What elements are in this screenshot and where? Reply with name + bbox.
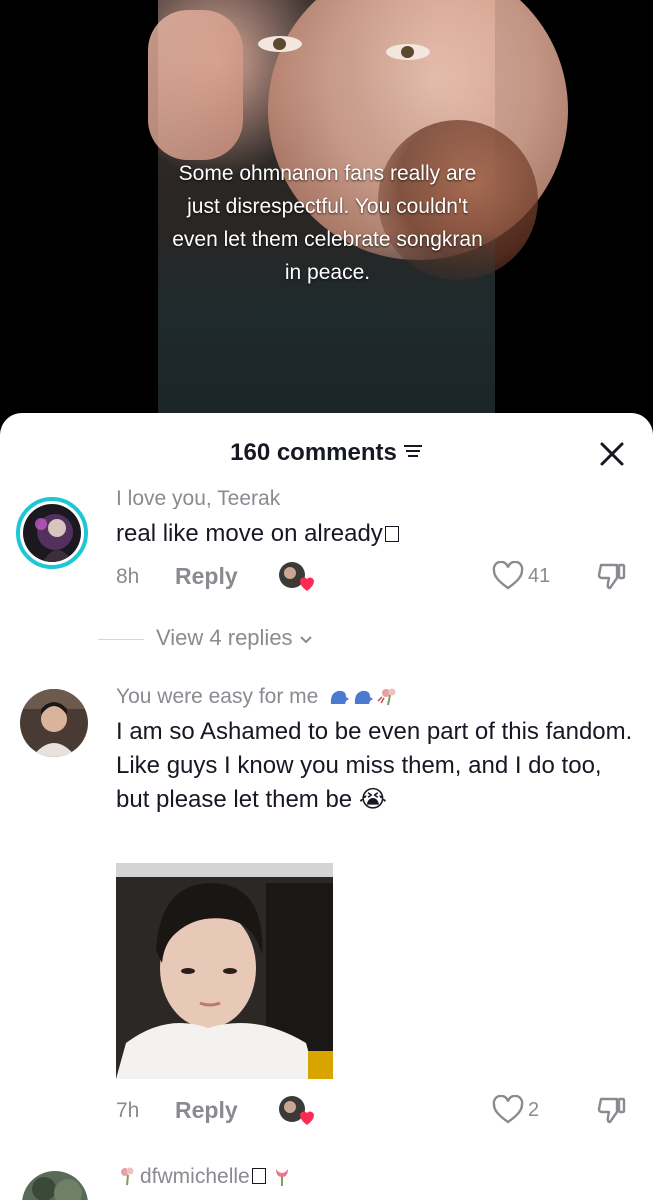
comments-count-label: 160 comments [230,439,397,466]
reply-button[interactable]: Reply [175,1097,238,1124]
comments-header: 160 comments [0,413,653,493]
video-eye-left [258,36,302,52]
dislike-icon[interactable] [596,561,628,596]
dislike-icon[interactable] [596,1095,628,1130]
comment-text: I am so Ashamed to be even part of this … [116,715,636,817]
like-count: 41 [528,565,551,587]
filter-icon[interactable] [403,438,423,466]
unknown-glyph-icon [384,526,399,542]
view-replies-label: View 4 replies [156,625,293,650]
reply-button[interactable]: Reply [175,563,238,590]
avatar[interactable] [20,689,88,757]
comment-time: 8h [116,565,140,588]
chevron-down-icon [299,636,312,644]
comment-username-label: You were easy for me [116,685,319,708]
comment-username[interactable]: You were easy for me [116,685,408,709]
video-caption: Some ohmnanon fans really are just disre… [172,162,483,284]
comment-username[interactable]: I love you, Teerak [116,487,280,509]
unknown-glyph-icon [251,1168,266,1184]
video-eye-right [386,44,430,60]
comment-attached-image[interactable] [116,863,333,1079]
tulip-icon [275,1169,288,1186]
close-icon[interactable] [597,439,627,469]
comment-username-label: dfwmichelle [140,1165,250,1188]
comment-time: 7h [116,1099,140,1122]
rose-icon [121,1167,134,1186]
comment-text: real like move on already [116,517,636,551]
comment-meta: 8h Reply 41 [116,560,636,595]
comments-count: 160 comments [0,439,653,467]
video-hand [148,10,243,160]
comment-text-content: real like move on already [116,520,383,547]
avatar[interactable] [22,1171,88,1200]
heart-icon[interactable] [492,560,524,596]
avatar[interactable] [16,497,88,569]
heart-icon[interactable] [492,1094,524,1130]
view-replies-button[interactable]: View 4 replies [98,625,313,651]
like-count: 2 [528,1099,540,1121]
creator-liked-icon [278,1095,314,1127]
crying-face-emoji: 😭 [358,786,387,813]
comments-sheet: 160 comments I love you, Teerak real lik… [0,413,653,1200]
comment-meta: 7h Reply 2 [116,1094,636,1129]
speaking-head-icon [331,688,396,706]
creator-liked-icon [278,561,314,593]
divider-line [98,638,144,640]
video-player[interactable]: Some ohmnanon fans really are just disre… [0,0,653,440]
comment-username[interactable]: dfwmichelle [116,1165,292,1189]
